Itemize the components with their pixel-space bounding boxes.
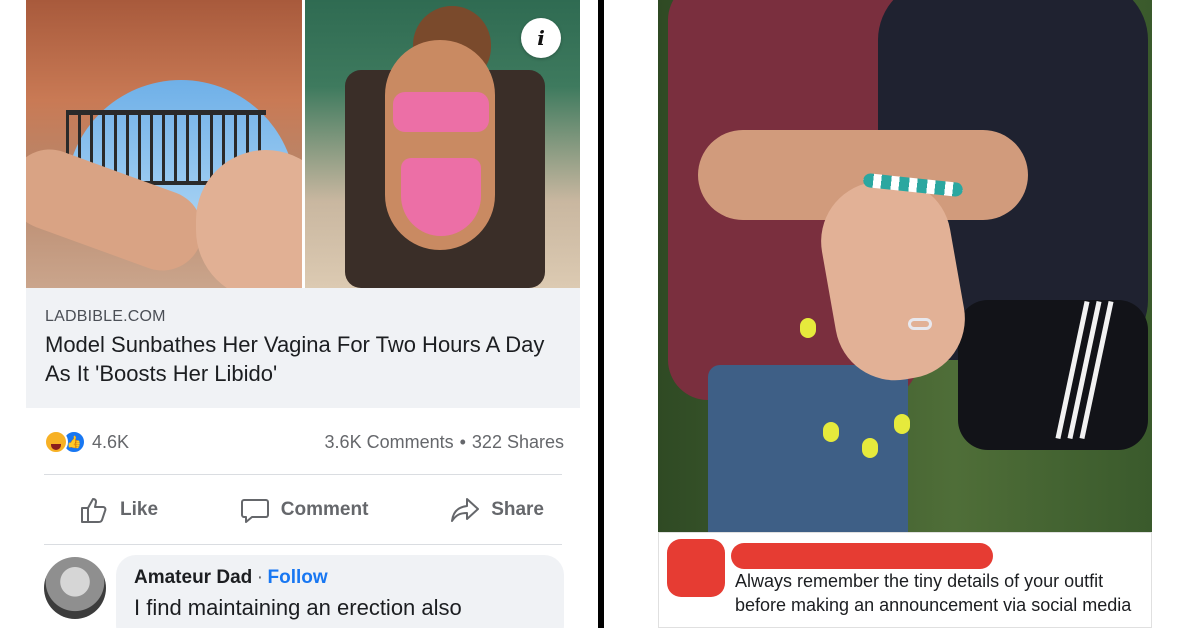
- shares-count[interactable]: 322 Shares: [472, 432, 564, 453]
- photo-black-shorts: [958, 300, 1148, 450]
- comment-text: I find maintaining an erection also: [134, 595, 462, 620]
- share-arrow-icon: [451, 498, 480, 522]
- dot-separator: •: [459, 431, 466, 452]
- comment-label: Comment: [280, 499, 369, 520]
- caption-area: Always remember the tiny details of your…: [658, 532, 1152, 628]
- share-button[interactable]: Share: [449, 494, 544, 526]
- share-label: Share: [491, 499, 544, 520]
- comment-bubble-icon: [240, 499, 269, 523]
- link-preview[interactable]: LADBIBLE.COM Model Sunbathes Her Vagina …: [26, 288, 580, 408]
- thumbs-up-icon: [81, 498, 107, 523]
- divider-bottom: [44, 544, 562, 545]
- post-link-image[interactable]: i: [26, 0, 580, 288]
- caption-text: Always remember the tiny details of your…: [735, 571, 1132, 615]
- photo-sunbathing-arch: [26, 0, 336, 288]
- reaction-count[interactable]: 4.6K: [92, 432, 129, 453]
- follow-button[interactable]: Follow: [267, 567, 327, 588]
- avatar[interactable]: [44, 557, 106, 619]
- photo-swim-top: [393, 92, 489, 132]
- comments-count[interactable]: 3.6K Comments: [325, 432, 454, 453]
- photo-ring: [908, 318, 932, 330]
- comment-button[interactable]: Comment: [239, 494, 369, 526]
- comment-row: Amateur Dad · Follow I find maintaining …: [44, 555, 564, 628]
- engagement-counts: 3.6K Comments • 322 Shares: [325, 432, 564, 453]
- reactions-bar: 👍 4.6K 3.6K Comments • 322 Shares: [44, 428, 564, 456]
- photo-jeans: [708, 365, 908, 532]
- photo-nail: [800, 318, 816, 338]
- redacted-avatar: [667, 539, 725, 597]
- left-facebook-post: i LADBIBLE.COM Model Sunbathes Her Vagin…: [0, 0, 600, 628]
- link-title[interactable]: Model Sunbathes Her Vagina For Two Hours…: [45, 330, 562, 388]
- comment-bubble: Amateur Dad · Follow I find maintaining …: [116, 555, 564, 628]
- info-icon[interactable]: i: [521, 18, 561, 58]
- right-photo-post: Always remember the tiny details of your…: [604, 0, 1200, 628]
- redacted-name: [731, 543, 993, 569]
- photo-nail: [862, 438, 878, 458]
- comment-author[interactable]: Amateur Dad: [134, 567, 252, 588]
- like-button[interactable]: Like: [78, 494, 158, 526]
- post-actions-bar: Like Comment Share: [44, 490, 562, 530]
- photo-nail: [823, 422, 839, 442]
- like-label: Like: [120, 499, 159, 520]
- photo-nail: [894, 414, 910, 434]
- photo-couple-ring[interactable]: [658, 0, 1152, 532]
- photo-swim-bottom: [401, 158, 481, 236]
- divider-top: [44, 474, 562, 475]
- comment-separator: ·: [256, 567, 264, 588]
- haha-reaction-icon[interactable]: [44, 430, 68, 454]
- link-domain: LADBIBLE.COM: [45, 308, 166, 325]
